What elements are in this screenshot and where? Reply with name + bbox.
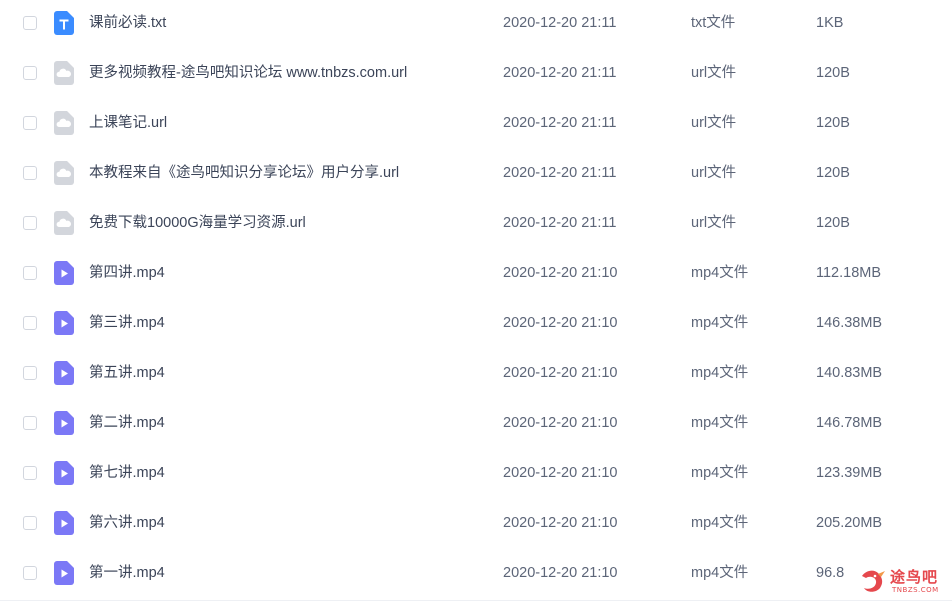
txt-file-icon — [54, 11, 74, 35]
row-checkbox[interactable] — [23, 216, 37, 230]
watermark-subtext: TNBZS.COM — [892, 586, 939, 594]
row-checkbox[interactable] — [23, 116, 37, 130]
file-type: mp4文件 — [691, 515, 749, 531]
file-row[interactable]: 上课笔记.url 2020-12-20 21:11 url文件 120B — [0, 100, 952, 150]
file-type: mp4文件 — [691, 565, 749, 581]
file-type: mp4文件 — [691, 315, 749, 331]
file-row[interactable]: 第四讲.mp4 2020-12-20 21:10 mp4文件 112.18MB — [0, 250, 952, 300]
video-file-icon — [54, 311, 74, 335]
file-row[interactable]: 第七讲.mp4 2020-12-20 21:10 mp4文件 123.39MB — [0, 450, 952, 500]
url-file-icon — [54, 111, 74, 135]
file-name[interactable]: 第一讲.mp4 — [89, 550, 165, 596]
file-name[interactable]: 第三讲.mp4 — [89, 300, 165, 346]
video-file-icon — [54, 261, 74, 285]
file-row[interactable]: 第二讲.mp4 2020-12-20 21:10 mp4文件 146.78MB — [0, 400, 952, 450]
row-checkbox[interactable] — [23, 466, 37, 480]
file-row[interactable]: 免费下载10000G海量学习资源.url 2020-12-20 21:11 ur… — [0, 200, 952, 250]
row-checkbox[interactable] — [23, 66, 37, 80]
file-type: url文件 — [691, 215, 737, 231]
file-date: 2020-12-20 21:10 — [503, 465, 618, 481]
file-size: 96.8 — [816, 565, 845, 581]
row-checkbox[interactable] — [23, 316, 37, 330]
file-type: mp4文件 — [691, 365, 749, 381]
file-date: 2020-12-20 21:11 — [503, 115, 617, 131]
file-date: 2020-12-20 21:10 — [503, 415, 618, 431]
watermark-text: 途鸟吧 — [890, 568, 939, 586]
file-type: mp4文件 — [691, 465, 749, 481]
file-name[interactable]: 本教程来自《途鸟吧知识分享论坛》用户分享.url — [89, 150, 399, 196]
row-checkbox[interactable] — [23, 516, 37, 530]
video-file-icon — [54, 361, 74, 385]
file-row[interactable]: 第六讲.mp4 2020-12-20 21:10 mp4文件 205.20MB — [0, 500, 952, 550]
file-date: 2020-12-20 21:10 — [503, 565, 618, 581]
file-type: url文件 — [691, 115, 737, 131]
file-name[interactable]: 第七讲.mp4 — [89, 450, 165, 496]
file-list: 课前必读.txt 2020-12-20 21:11 txt文件 1KB 更多视频… — [0, 0, 952, 600]
file-row[interactable]: 更多视频教程-途鸟吧知识论坛 www.tnbzs.com.url 2020-12… — [0, 50, 952, 100]
file-size: 123.39MB — [816, 465, 883, 481]
file-row[interactable]: 本教程来自《途鸟吧知识分享论坛》用户分享.url 2020-12-20 21:1… — [0, 150, 952, 200]
video-file-icon — [54, 461, 74, 485]
file-name[interactable]: 第二讲.mp4 — [89, 400, 165, 446]
file-size: 140.83MB — [816, 365, 883, 381]
file-name[interactable]: 第六讲.mp4 — [89, 500, 165, 546]
file-date: 2020-12-20 21:11 — [503, 15, 617, 31]
file-name[interactable]: 第五讲.mp4 — [89, 350, 165, 396]
file-date: 2020-12-20 21:11 — [503, 215, 617, 231]
file-name[interactable]: 上课笔记.url — [89, 100, 167, 146]
row-checkbox[interactable] — [23, 416, 37, 430]
file-row[interactable]: 第三讲.mp4 2020-12-20 21:10 mp4文件 146.38MB — [0, 300, 952, 350]
file-type: url文件 — [691, 165, 737, 181]
file-date: 2020-12-20 21:10 — [503, 365, 618, 381]
url-file-icon — [54, 211, 74, 235]
file-type: mp4文件 — [691, 265, 749, 281]
file-type: mp4文件 — [691, 415, 749, 431]
file-date: 2020-12-20 21:11 — [503, 65, 617, 81]
url-file-icon — [54, 61, 74, 85]
row-checkbox[interactable] — [23, 566, 37, 580]
file-type: url文件 — [691, 65, 737, 81]
watermark: 途鸟吧 TNBZS.COM — [858, 562, 948, 600]
file-size: 146.78MB — [816, 415, 883, 431]
video-file-icon — [54, 411, 74, 435]
file-name[interactable]: 免费下载10000G海量学习资源.url — [89, 200, 306, 246]
file-size: 1KB — [816, 15, 844, 31]
list-bottom-divider — [0, 600, 952, 601]
file-size: 112.18MB — [816, 265, 882, 281]
file-size: 146.38MB — [816, 315, 883, 331]
file-size: 120B — [816, 215, 850, 231]
file-size: 120B — [816, 115, 850, 131]
file-name[interactable]: 第四讲.mp4 — [89, 250, 165, 296]
file-name[interactable]: 课前必读.txt — [89, 0, 166, 46]
file-type: txt文件 — [691, 15, 736, 31]
file-date: 2020-12-20 21:10 — [503, 265, 618, 281]
url-file-icon — [54, 161, 74, 185]
file-date: 2020-12-20 21:10 — [503, 515, 618, 531]
row-checkbox[interactable] — [23, 266, 37, 280]
file-name[interactable]: 更多视频教程-途鸟吧知识论坛 www.tnbzs.com.url — [89, 50, 407, 96]
file-row[interactable]: 第五讲.mp4 2020-12-20 21:10 mp4文件 140.83MB — [0, 350, 952, 400]
row-checkbox[interactable] — [23, 366, 37, 380]
file-size: 120B — [816, 165, 850, 181]
video-file-icon — [54, 561, 74, 585]
file-row[interactable]: 第一讲.mp4 2020-12-20 21:10 mp4文件 96.8 — [0, 550, 952, 600]
row-checkbox[interactable] — [23, 16, 37, 30]
video-file-icon — [54, 511, 74, 535]
row-checkbox[interactable] — [23, 166, 37, 180]
file-date: 2020-12-20 21:11 — [503, 165, 617, 181]
file-size: 205.20MB — [816, 515, 883, 531]
file-date: 2020-12-20 21:10 — [503, 315, 618, 331]
file-size: 120B — [816, 65, 850, 81]
file-row[interactable]: 课前必读.txt 2020-12-20 21:11 txt文件 1KB — [0, 0, 952, 50]
bird-logo-icon — [858, 566, 888, 596]
